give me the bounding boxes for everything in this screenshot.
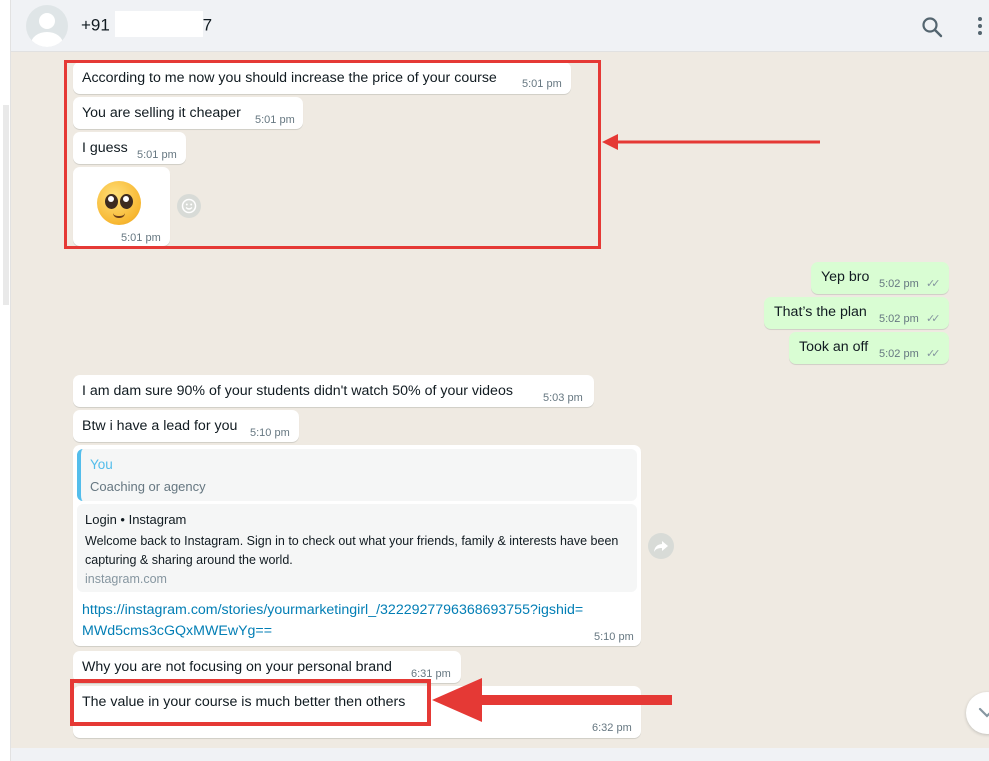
- message-text: Took an off: [799, 339, 869, 355]
- message-time: 5:02 pm: [879, 348, 919, 360]
- link-preview-card[interactable]: Login • Instagram Welcome back to Instag…: [77, 504, 637, 592]
- message-bubble-outgoing[interactable]: Yep bro 5:02 pm ✓✓: [811, 262, 949, 294]
- avatar-head: [39, 13, 55, 29]
- message-time: 5:10 pm: [250, 427, 290, 439]
- quoted-reply[interactable]: You Coaching or agency: [77, 449, 637, 501]
- message-text: That’s the plan: [774, 304, 867, 320]
- message-text: Btw i have a lead for you: [82, 418, 238, 434]
- annotation-arrow: [432, 678, 672, 722]
- annotation-arrow: [602, 134, 820, 150]
- contact-name[interactable]: +91 7: [81, 11, 213, 37]
- double-check-icon: ✓✓: [926, 348, 941, 360]
- message-bubble-incoming[interactable]: I am dam sure 90% of your students didn'…: [73, 375, 594, 407]
- message-time: 5:03 pm: [543, 392, 583, 404]
- annotation-highlight-box: [70, 679, 431, 726]
- message-composer-edge: [11, 748, 989, 761]
- message-time: 5:02 pm: [879, 278, 919, 290]
- message-text: Why you are not focusing on your persona…: [82, 659, 392, 675]
- double-check-icon: ✓✓: [926, 313, 941, 325]
- link-preview-description: Welcome back to Instagram. Sign in to ch…: [85, 534, 619, 567]
- contact-prefix: +91: [81, 15, 110, 35]
- kebab-menu-icon[interactable]: [976, 15, 984, 39]
- annotation-highlight-box: [64, 60, 601, 249]
- redaction-box: [114, 11, 203, 37]
- message-bubble-outgoing[interactable]: That’s the plan 5:02 pm ✓✓: [764, 297, 949, 329]
- link-preview-domain: instagram.com: [85, 572, 167, 586]
- double-check-icon: ✓✓: [926, 278, 941, 290]
- message-time: 5:10 pm: [594, 631, 634, 643]
- message-bubble-outgoing[interactable]: Took an off 5:02 pm ✓✓: [789, 332, 949, 364]
- quote-text: Coaching or agency: [90, 479, 206, 494]
- message-text: Yep bro: [821, 269, 870, 285]
- message-bubble-link[interactable]: You Coaching or agency Login • Instagram…: [73, 445, 641, 646]
- quote-author: You: [90, 457, 113, 472]
- message-link[interactable]: https://instagram.com/stories/yourmarket…: [82, 600, 592, 642]
- forward-icon[interactable]: [648, 533, 674, 559]
- chat-header: +91 7: [11, 0, 989, 52]
- search-icon[interactable]: [921, 16, 943, 38]
- left-panel-scrollbar[interactable]: [3, 105, 9, 305]
- contact-suffix: 7: [202, 15, 213, 35]
- contact-avatar[interactable]: [26, 5, 68, 47]
- message-text: I am dam sure 90% of your students didn'…: [82, 383, 513, 399]
- avatar-body: [31, 32, 63, 47]
- message-bubble-incoming[interactable]: Btw i have a lead for you 5:10 pm: [73, 410, 299, 442]
- message-time: 5:02 pm: [879, 313, 919, 325]
- link-preview-title: Login • Instagram: [85, 512, 187, 527]
- left-panel-edge: [0, 0, 11, 761]
